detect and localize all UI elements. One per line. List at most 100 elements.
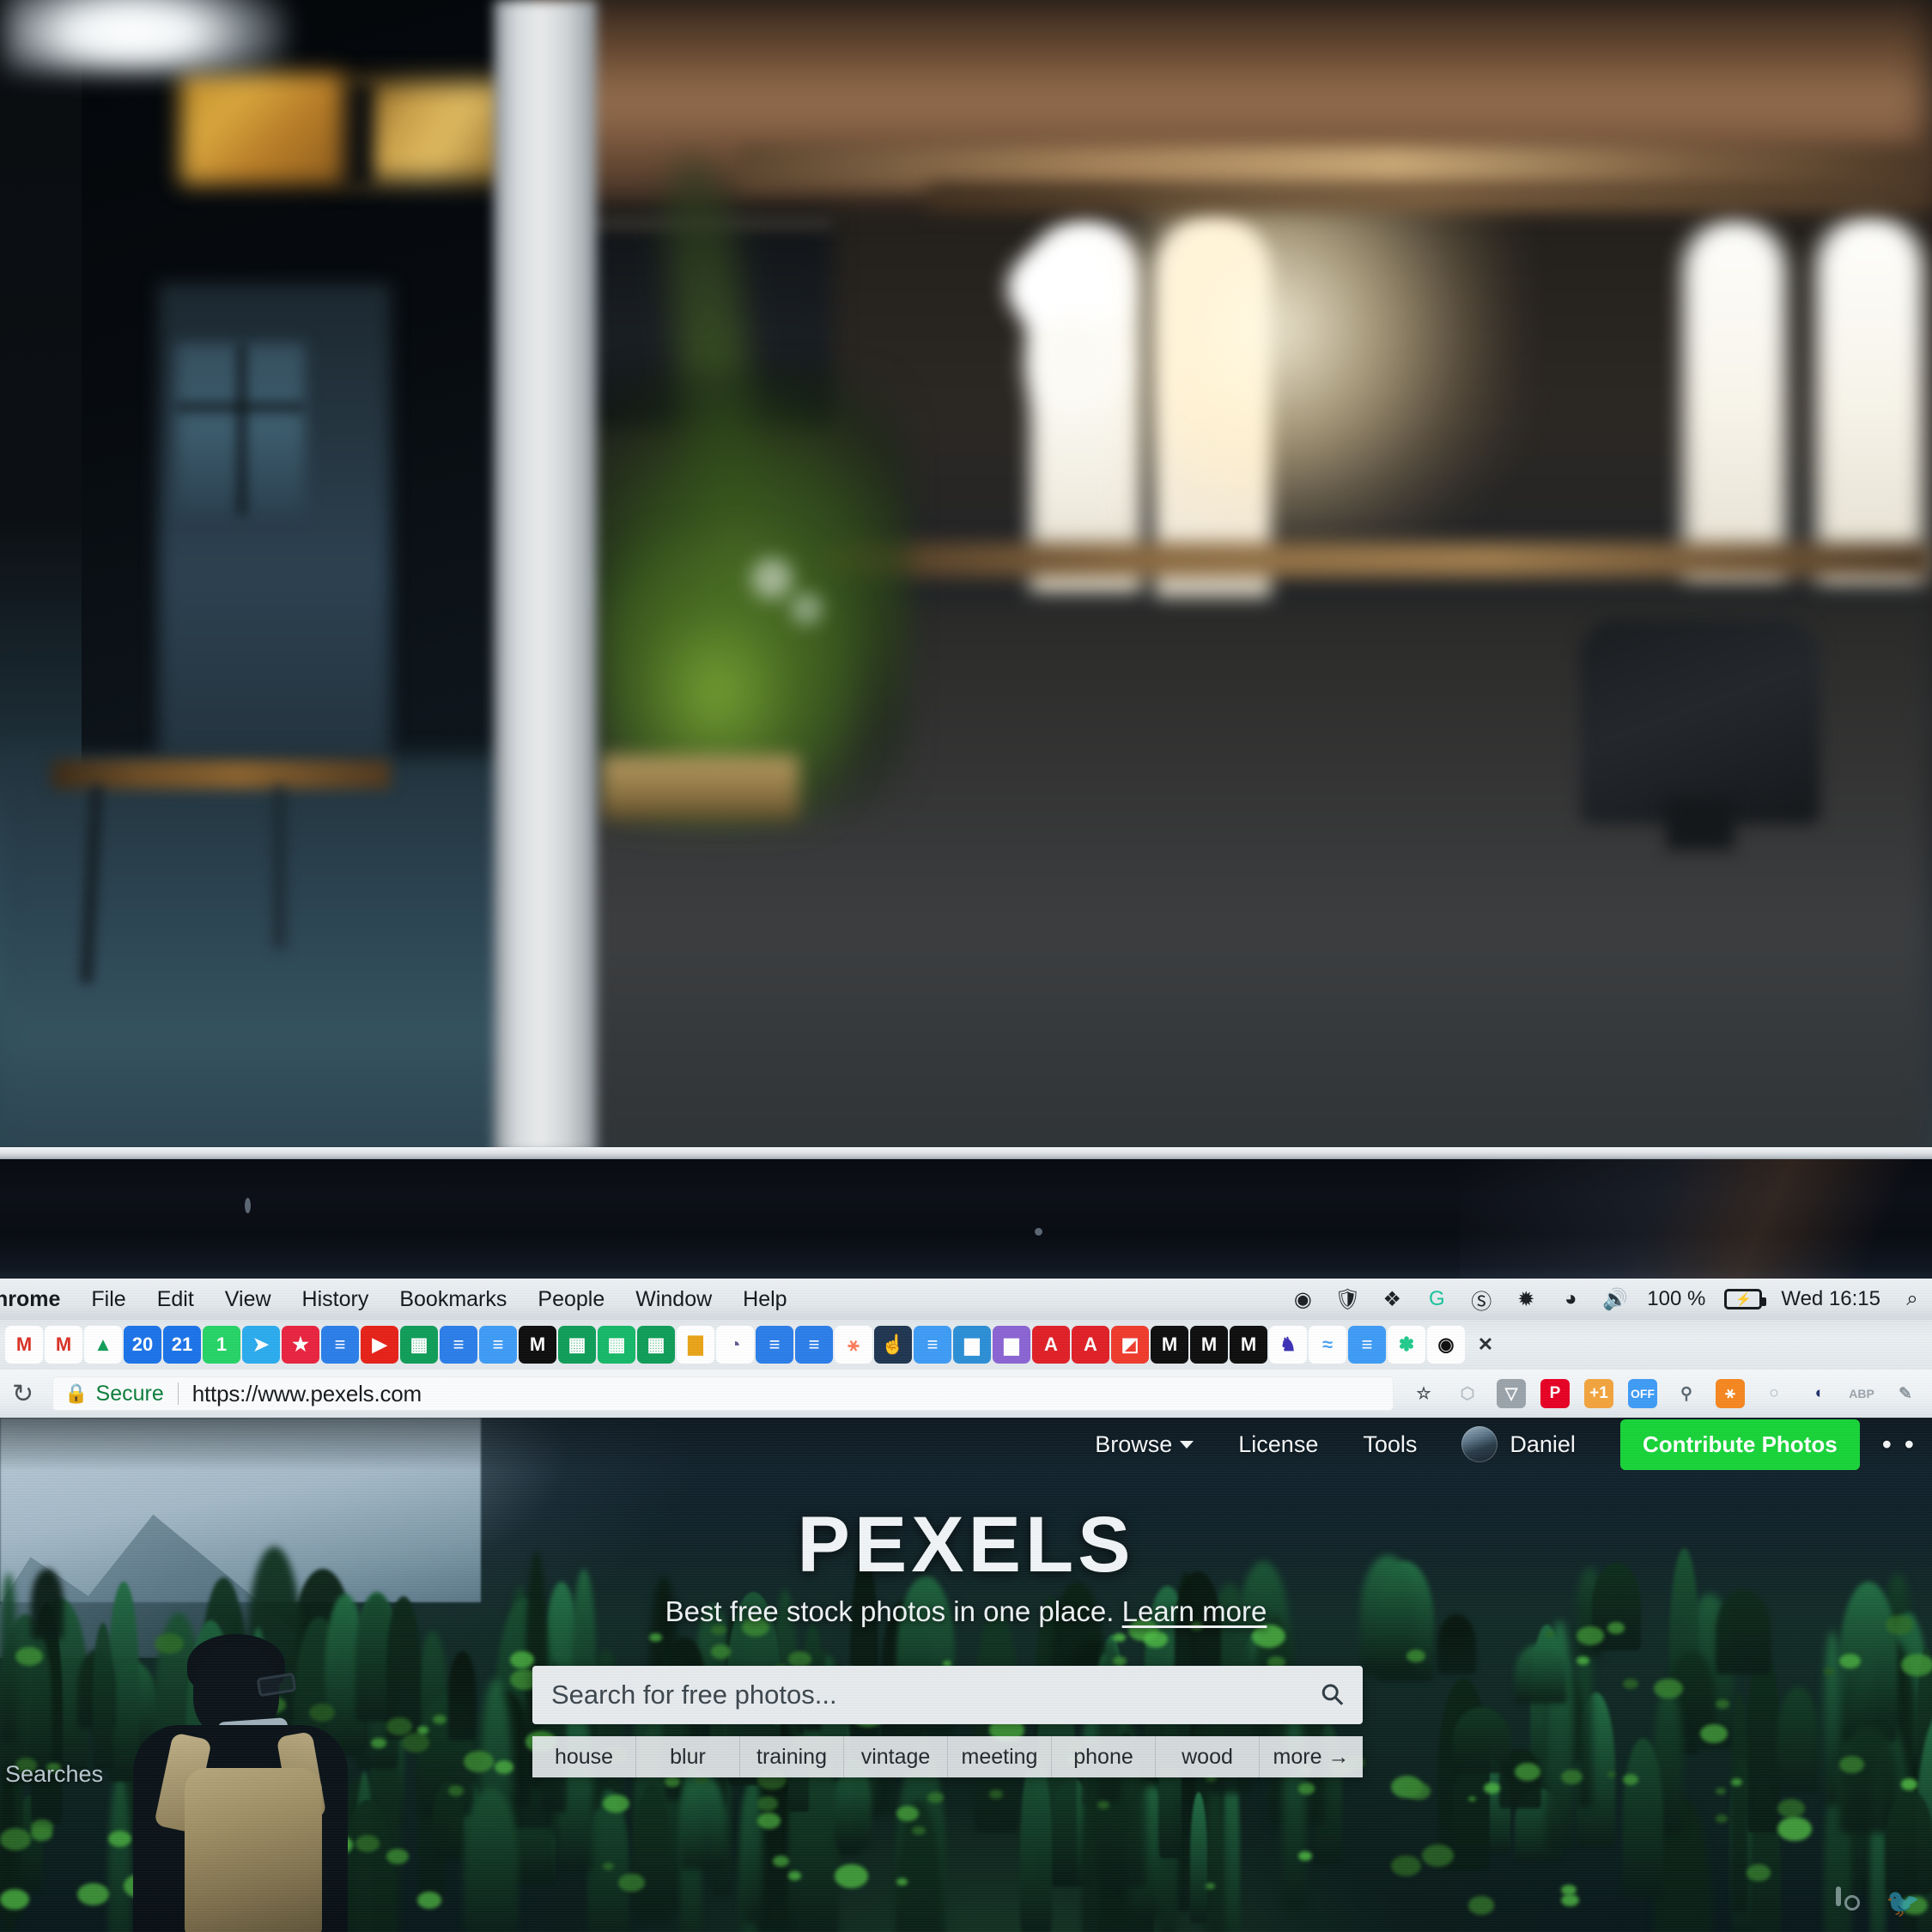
google-docs-bookmark[interactable]: ≡ xyxy=(756,1326,793,1364)
menu-edit[interactable]: Edit xyxy=(157,1287,194,1312)
bluetooth-icon[interactable]: ✹ xyxy=(1513,1286,1539,1312)
gmail-bookmark[interactable]: M xyxy=(45,1326,82,1364)
adobe-indesign-bookmark[interactable]: ◩ xyxy=(1111,1326,1149,1364)
foliage-highlight xyxy=(1422,1844,1455,1867)
menu-history[interactable]: History xyxy=(302,1287,369,1312)
search-tag[interactable]: vintage xyxy=(844,1736,948,1777)
google-sheets-bookmark[interactable]: ▦ xyxy=(400,1326,438,1364)
ghostery-icon[interactable]: ○ xyxy=(1759,1379,1789,1408)
google-sheets-bookmark[interactable]: ▦ xyxy=(598,1326,635,1364)
nav-browse[interactable]: Browse xyxy=(1095,1431,1194,1458)
volume-icon[interactable]: 🔊 xyxy=(1602,1286,1628,1312)
google-sheets-bookmark[interactable]: ▦ xyxy=(637,1326,675,1364)
menu-help[interactable]: Help xyxy=(743,1287,787,1312)
whatsapp-bookmark[interactable]: 1 xyxy=(203,1326,240,1364)
dropbox-extension-icon[interactable]: ⬡ xyxy=(1453,1379,1482,1408)
pexels-tab-icon[interactable]: ✽ xyxy=(1388,1326,1425,1364)
adobe-bookmark[interactable]: A xyxy=(1032,1326,1070,1364)
video-icon[interactable]: ◉ xyxy=(1290,1286,1315,1312)
overflow-menu-icon[interactable]: • • xyxy=(1882,1429,1917,1461)
google-docs-bookmark[interactable]: ≡ xyxy=(1348,1326,1386,1364)
youtube-bookmark[interactable]: ▶ xyxy=(361,1326,398,1364)
mascot-bookmark[interactable]: ♞ xyxy=(1269,1326,1307,1364)
menu-people[interactable]: People xyxy=(538,1287,605,1312)
magnifier-extension-icon[interactable]: ⚲ xyxy=(1672,1379,1701,1408)
searches-label: Searches xyxy=(5,1761,104,1787)
gmail-bookmark[interactable]: M xyxy=(5,1326,43,1364)
dropbox-icon[interactable]: ❖ xyxy=(1379,1286,1405,1312)
search-tag[interactable]: more → xyxy=(1260,1736,1363,1777)
address-bar[interactable]: 🔒 Secure https://www.pexels.com xyxy=(52,1376,1394,1411)
twitter-icon[interactable]: 🐦 xyxy=(1886,1889,1920,1920)
search-icon[interactable]: ⌕ xyxy=(1899,1286,1925,1312)
google-drive-bookmark[interactable]: ▲ xyxy=(84,1326,122,1364)
menu-file[interactable]: File xyxy=(91,1287,125,1312)
pexels-active-tab-icon[interactable]: ◉ xyxy=(1427,1326,1465,1364)
lastpass-shield-icon[interactable]: ▽ xyxy=(1497,1379,1526,1408)
battery-charging-icon[interactable]: ⚡ xyxy=(1724,1289,1767,1309)
google-analytics-bookmark[interactable]: ▇ xyxy=(677,1326,714,1364)
grammarly-icon[interactable]: G xyxy=(1424,1286,1449,1312)
adobe-bookmark[interactable]: A xyxy=(1072,1326,1109,1364)
search-tag[interactable]: training xyxy=(740,1736,844,1777)
google-docs-bookmark[interactable]: ≡ xyxy=(321,1326,359,1364)
foliage-highlight xyxy=(77,1882,110,1905)
search-tag[interactable]: blur xyxy=(636,1736,740,1777)
reload-icon[interactable]: ↻ xyxy=(12,1379,33,1409)
foliage-highlight xyxy=(0,1828,32,1850)
menu-chrome[interactable]: hrome xyxy=(0,1287,60,1312)
search-tag[interactable]: wood xyxy=(1156,1736,1260,1777)
shield-icon[interactable]: 🛡 xyxy=(1334,1286,1360,1312)
hero-tagline-text: Best free stock photos in one place. xyxy=(665,1595,1115,1627)
clicker-bookmark[interactable]: ☝ xyxy=(874,1326,912,1364)
medium-bookmark[interactable]: M xyxy=(1230,1326,1267,1364)
search-tag[interactable]: phone xyxy=(1052,1736,1156,1777)
skype-icon[interactable]: Ⓢ xyxy=(1468,1286,1494,1314)
chart-bookmark[interactable]: ▆ xyxy=(953,1326,991,1364)
foliage-highlight xyxy=(835,1864,868,1888)
adblock-plus-icon[interactable]: ABP xyxy=(1847,1379,1876,1408)
google-docs-bookmark[interactable]: ≡ xyxy=(479,1326,517,1364)
close-tab-icon[interactable]: ✕ xyxy=(1467,1326,1504,1364)
nav-license[interactable]: License xyxy=(1238,1431,1318,1458)
instagram-icon[interactable] xyxy=(1836,1886,1867,1920)
nav-user-name[interactable]: Daniel xyxy=(1510,1431,1576,1458)
pocket-bookmark[interactable]: ★ xyxy=(282,1326,319,1364)
mailchimp-bookmark[interactable]: ◔ xyxy=(716,1326,754,1364)
google-sheets-bookmark[interactable]: ▦ xyxy=(558,1326,596,1364)
omnibox-divider xyxy=(177,1382,179,1405)
search-tag[interactable]: meeting xyxy=(948,1736,1052,1777)
google-docs-bookmark[interactable]: ≡ xyxy=(440,1326,477,1364)
google-docs-bookmark[interactable]: ≡ xyxy=(795,1326,833,1364)
contribute-photos-button[interactable]: Contribute Photos xyxy=(1619,1419,1860,1470)
hubspot-extension-icon[interactable]: ⚹ xyxy=(1716,1379,1745,1408)
steemit-bookmark[interactable]: ≈ xyxy=(1309,1326,1346,1364)
medium-bookmark[interactable]: M xyxy=(519,1326,556,1364)
wifi-icon[interactable]: ◕ xyxy=(1558,1286,1583,1312)
honey-icon[interactable]: ◖ xyxy=(1803,1379,1832,1408)
foliage-highlight xyxy=(1113,1633,1126,1643)
menu-window[interactable]: Window xyxy=(635,1287,712,1312)
medium-bookmark[interactable]: M xyxy=(1151,1326,1188,1364)
learn-more-link[interactable]: Learn more xyxy=(1122,1595,1267,1627)
google-docs-bookmark[interactable]: ≡ xyxy=(914,1326,951,1364)
chart-purple-bookmark[interactable]: ▆ xyxy=(993,1326,1030,1364)
search-tag[interactable]: house xyxy=(532,1736,636,1777)
telegram-bookmark[interactable]: ➤ xyxy=(242,1326,280,1364)
menu-bar-clock[interactable]: Wed 16:15 xyxy=(1781,1287,1880,1311)
search-input[interactable]: Search for free photos... ⚲ xyxy=(532,1666,1363,1724)
notes-extension-icon[interactable]: ✎ xyxy=(1891,1379,1920,1408)
foliage-highlight xyxy=(603,1794,629,1814)
hubspot-bookmark[interactable]: ⚹ xyxy=(835,1326,872,1364)
off-toggle-icon[interactable]: OFF xyxy=(1628,1379,1657,1408)
bookmark-star-icon[interactable]: ☆ xyxy=(1409,1379,1438,1408)
avatar[interactable] xyxy=(1461,1426,1498,1462)
medium-bookmark[interactable]: M xyxy=(1190,1326,1228,1364)
pinterest-icon[interactable]: P xyxy=(1540,1379,1570,1408)
plus-one-icon[interactable]: +1 xyxy=(1584,1379,1613,1408)
menu-bookmarks[interactable]: Bookmarks xyxy=(399,1287,507,1312)
nav-tools[interactable]: Tools xyxy=(1363,1431,1417,1458)
menu-view[interactable]: View xyxy=(225,1287,271,1312)
calendar-20-bookmark[interactable]: 20 xyxy=(124,1326,161,1364)
calendar-21-bookmark[interactable]: 21 xyxy=(163,1326,201,1364)
